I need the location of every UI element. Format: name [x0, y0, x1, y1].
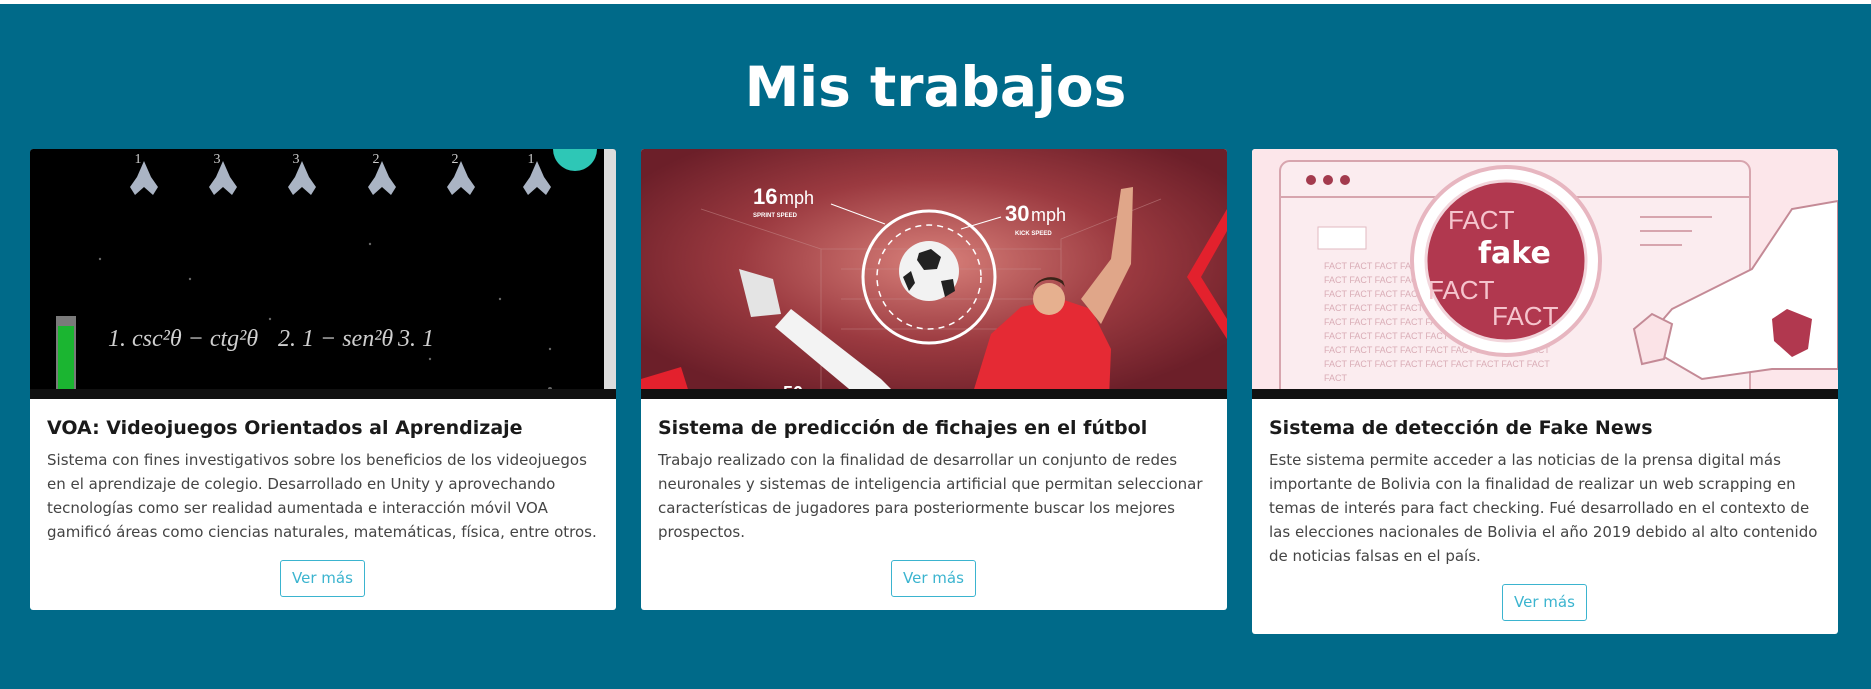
project-card-fake-news: FACT FACT FACT FACT FACT FACT FACT FACT …	[1252, 149, 1838, 634]
stat-1-value: 16	[753, 184, 777, 209]
svg-text:FACT FACT FACT FACT FACT FACT: FACT FACT FACT FACT FACT FACT FACT FACT …	[1324, 359, 1550, 369]
svg-text:FACT: FACT	[1428, 275, 1495, 305]
equation-1: 1. csc²θ − ctg²θ	[108, 326, 258, 352]
stat-1-label: SPRINT SPEED	[753, 213, 798, 219]
ship-number: 3	[293, 152, 300, 167]
card-description: Este sistema permite acceder a las notic…	[1269, 451, 1818, 565]
stat-2-unit: mph	[1031, 205, 1066, 225]
ver-mas-button[interactable]: Ver más	[891, 560, 976, 597]
ver-mas-button[interactable]: Ver más	[280, 560, 365, 597]
project-card-voa: 1 3 3 2 2 1 1. csc²θ − ctg²θ 2. 1 − sen²…	[30, 149, 616, 610]
stat-1-unit: mph	[779, 188, 814, 208]
equation-3: 3. 1	[397, 326, 434, 352]
svg-text:FACT FACT FACT FACT FACT: FACT FACT FACT FACT FACT	[1324, 331, 1449, 341]
voa-game-image: 1 3 3 2 2 1 1. csc²θ − ctg²θ 2. 1 − sen²…	[30, 149, 616, 399]
card-title: Sistema de detección de Fake News	[1269, 417, 1653, 439]
card-description: Sistema con fines investigativos sobre l…	[47, 451, 597, 541]
project-card-futbol: 16 mph SPRINT SPEED 30 mph KICK SPEED 50…	[641, 149, 1227, 610]
ver-mas-button[interactable]: Ver más	[1502, 584, 1587, 621]
ship-number: 2	[373, 152, 380, 167]
fake-news-image: FACT FACT FACT FACT FACT FACT FACT FACT …	[1252, 149, 1838, 399]
stat-2-label: KICK SPEED	[1015, 231, 1052, 237]
pattern-word: FACT	[1324, 373, 1348, 383]
card-description: Trabajo realizado con la finalidad de de…	[658, 451, 1203, 541]
lens-word: fake	[1478, 236, 1551, 271]
svg-text:FACT: FACT	[1492, 301, 1559, 331]
card-title: Sistema de predicción de fichajes en el …	[658, 417, 1148, 439]
stat-2-value: 30	[1005, 201, 1029, 226]
section-title: Mis trabajos	[744, 55, 1127, 119]
ship-number: 3	[214, 152, 221, 167]
ship-number: 1	[135, 152, 142, 167]
equation-2: 2. 1 − sen²θ	[278, 326, 393, 352]
projects-section: Mis trabajos 1 3 3 2 2 1 1. csc²θ − ctg²…	[0, 4, 1871, 689]
ship-number: 1	[528, 152, 535, 167]
soccer-image: 16 mph SPRINT SPEED 30 mph KICK SPEED 50…	[641, 149, 1227, 399]
card-title: VOA: Videojuegos Orientados al Aprendiza…	[47, 417, 523, 439]
svg-text:FACT: FACT	[1448, 205, 1515, 235]
ship-number: 2	[452, 152, 459, 167]
